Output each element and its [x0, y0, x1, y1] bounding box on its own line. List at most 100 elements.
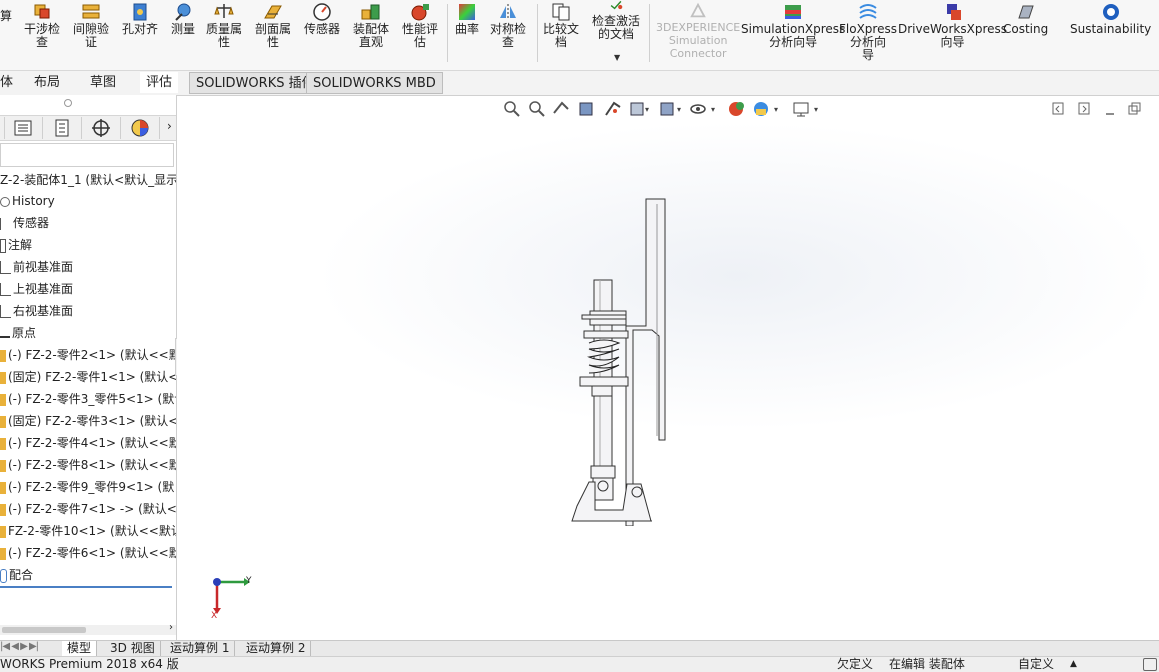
ribbon-label: 的文档 [598, 27, 635, 41]
chevron-up-icon[interactable]: ▲ [1070, 657, 1077, 672]
property-manager-button[interactable] [43, 117, 82, 139]
symmetry-check-button[interactable]: 对称检查 [490, 2, 526, 49]
tab-solidworks-addins[interactable]: SOLIDWORKS 插件 [189, 72, 322, 94]
ribbon-label: 传感器 [304, 22, 341, 36]
feature-manager-tree-button[interactable] [4, 117, 43, 139]
part-icon [0, 503, 6, 516]
ribbon-cut-label[interactable]: 算 [0, 10, 12, 23]
sensor-button[interactable]: 传感器 [304, 2, 340, 36]
part-icon [0, 481, 6, 494]
assembly-visualization-icon [361, 4, 380, 20]
curvature-button[interactable]: 曲率 [455, 2, 479, 36]
3dexperience-connector-button[interactable]: 3DEXPERIENCE Simulation Connector [656, 2, 740, 60]
tab-layout[interactable]: 布局 [28, 72, 66, 93]
tree-root-assembly[interactable]: Z-2-装配体1_1 (默认<默认_显示 [0, 170, 176, 190]
ribbon-label: 估 [414, 35, 427, 49]
panel-grip-icon[interactable] [64, 99, 72, 107]
tree-item-front-plane[interactable]: 前视基准面 [0, 257, 176, 277]
graphics-area[interactable]: ▾ ▾ ▾ ▾ ▾ Y X [177, 96, 1159, 640]
svg-text:▾: ▾ [774, 105, 778, 114]
plane-icon [0, 283, 11, 296]
chevron-down-icon[interactable]: ▼ [614, 53, 620, 62]
model-arm [625, 198, 666, 526]
tree-item-component[interactable]: (固定) FZ-2-零件1<1> (默认< [0, 367, 176, 387]
history-icon [0, 196, 10, 207]
assembly-model[interactable] [567, 196, 677, 526]
tree-item-history[interactable]: History [0, 191, 176, 211]
tree-item-label: (-) FZ-2-零件2<1> (默认<<默 [8, 348, 176, 362]
coordinate-triad [213, 578, 250, 614]
sustainability-button[interactable]: Sustainability [1070, 2, 1151, 36]
tree-item-component[interactable]: FZ-2-零件10<1> (默认<<默认 [0, 521, 176, 541]
tree-item-component[interactable]: (-) FZ-2-零件6<1> (默认<<默 [0, 543, 176, 563]
tab-motion-study-1[interactable]: 运动算例 1 [165, 641, 236, 656]
mass-properties-button[interactable]: 质量属性 [206, 2, 242, 49]
tab-evaluate[interactable]: 评估 [140, 72, 179, 93]
tree-item-top-plane[interactable]: 上视基准面 [0, 279, 176, 299]
section-properties-button[interactable]: 剖面属性 [255, 2, 291, 49]
costing-button[interactable]: Costing [1003, 2, 1048, 36]
tree-item-component[interactable]: (-) FZ-2-零件4<1> (默认<<默 [0, 433, 176, 453]
part-icon [0, 371, 6, 384]
tree-item-annotations[interactable]: 注解 [0, 235, 176, 255]
scrollbar-thumb[interactable] [2, 627, 86, 633]
compare-documents-button[interactable]: 比较文档 [543, 2, 579, 49]
ribbon-label: 质量属 [206, 22, 243, 36]
assembly-visualization-button[interactable]: 装配体 直观 [353, 2, 389, 49]
tab-model[interactable]: 模型 [62, 641, 98, 656]
tree-item-component[interactable]: (-) FZ-2-零件9_零件9<1> (默 [0, 477, 176, 497]
tab-scroll-arrows[interactable]: |◀ ◀ ▶ ▶| [0, 641, 39, 652]
panel-overflow-icon[interactable]: › [167, 119, 172, 133]
tab-motion-study-2[interactable]: 运动算例 2 [241, 641, 312, 656]
interference-detection-button[interactable]: 干涉检查 [24, 2, 60, 49]
tab-3d-views[interactable]: 3D 视图 [105, 641, 161, 656]
tree-item-component[interactable]: (-) FZ-2-零件7<1> -> (默认< [0, 499, 176, 519]
tree-item-label: 前视基准面 [13, 260, 74, 274]
tree-item-sensors[interactable]: 传感器 [0, 213, 176, 233]
ribbon-label: 分析向 [849, 35, 886, 49]
tab-solidworks-mbd[interactable]: SOLIDWORKS MBD [306, 72, 443, 94]
tree-item-label: 上视基准面 [13, 282, 74, 296]
ribbon-label: 干涉检 [24, 22, 61, 36]
svg-text:▾: ▾ [677, 105, 681, 114]
clearance-verification-button[interactable]: 间隙验证 [73, 2, 109, 49]
collapse-left-icon [1052, 102, 1064, 115]
tab-assembly[interactable]: 体 [0, 72, 19, 93]
rollback-bar[interactable] [0, 586, 172, 588]
tree-item-origin[interactable]: 原点 [0, 323, 176, 343]
tree-item-mates[interactable]: 配合 [0, 565, 176, 585]
rebuild-status-icon[interactable] [1143, 658, 1157, 671]
viewport-window-controls[interactable] [1051, 99, 1151, 119]
floxpress-button[interactable]: FloXpress 分析向导 [839, 2, 897, 62]
simulationxpress-icon [785, 5, 802, 19]
display-manager-button[interactable] [121, 117, 160, 139]
tree-item-right-plane[interactable]: 右视基准面 [0, 301, 176, 321]
heads-up-view-toolbar[interactable]: ▾ ▾ ▾ ▾ ▾ [502, 99, 854, 119]
check-active-document-button[interactable]: 检查激活 的文档 [592, 0, 640, 41]
svg-text:▾: ▾ [814, 105, 818, 114]
tree-item-component[interactable]: (-) FZ-2-零件2<1> (默认<<默 [0, 345, 176, 365]
dynamic-annotation-icon [605, 101, 621, 116]
status-units-custom[interactable]: 自定义 [1018, 657, 1054, 672]
driveworksxpress-button[interactable]: DriveWorksXpress 向导 [898, 2, 1007, 49]
ribbon-label: FloXpress [839, 22, 897, 36]
ribbon-label: 3DEXPERIENCE [656, 21, 741, 34]
tree-filter-input[interactable] [0, 143, 174, 167]
tree-item-component[interactable]: (固定) FZ-2-零件3<1> (默认< [0, 411, 176, 431]
tree-item-label: (固定) FZ-2-零件3<1> (默认< [8, 414, 176, 428]
tree-item-component[interactable]: (-) FZ-2-零件3_零件5<1> (默认 [0, 389, 176, 409]
origin-icon [0, 330, 10, 338]
display-manager-icon [131, 119, 149, 137]
hole-alignment-button[interactable]: 孔对齐 [122, 2, 158, 36]
apply-scene-icon [754, 102, 768, 116]
simulationxpress-button[interactable]: SimulationXpress 分析向导 [741, 2, 845, 49]
feature-manager-panel: › Z-2-装配体1_1 (默认<默认_显示 History 传感器 注解 前视… [0, 95, 177, 640]
panel-horizontal-scrollbar[interactable]: › [0, 622, 176, 635]
chevron-right-icon[interactable]: › [169, 622, 173, 633]
performance-evaluation-button[interactable]: 性能评估 [402, 2, 438, 49]
configuration-manager-button[interactable] [82, 117, 121, 139]
tree-item-component[interactable]: (-) FZ-2-零件8<1> (默认<<默 [0, 455, 176, 475]
part-icon [0, 349, 6, 362]
measure-button[interactable]: 测量 [171, 2, 195, 36]
tab-sketch[interactable]: 草图 [84, 72, 122, 93]
